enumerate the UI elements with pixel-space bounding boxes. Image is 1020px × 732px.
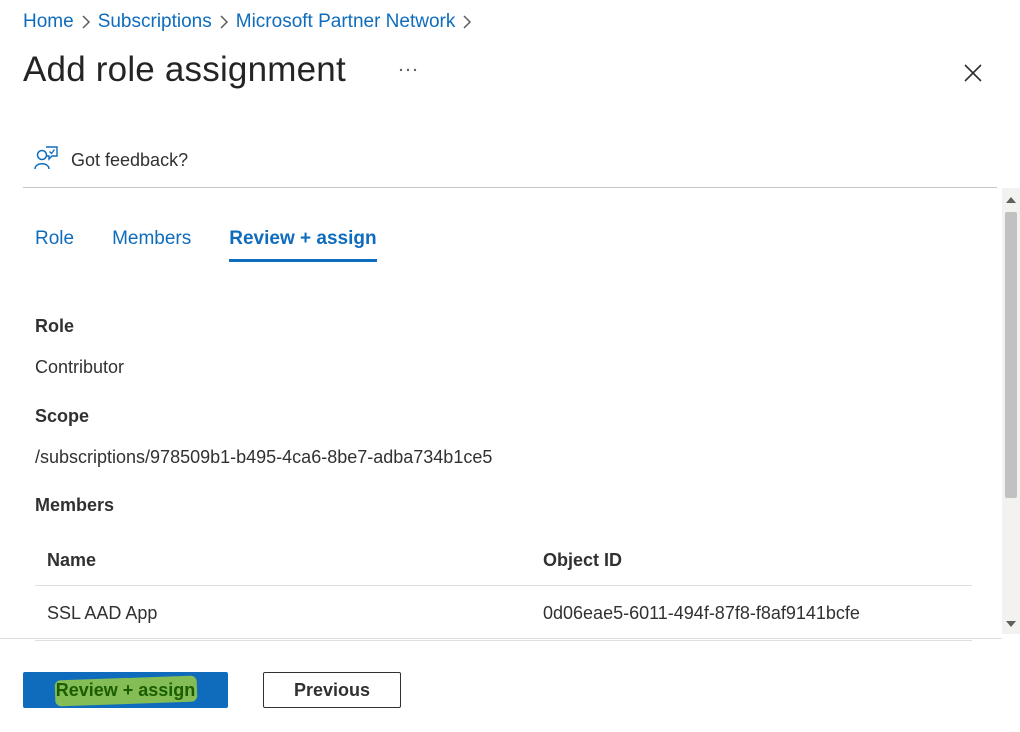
role-value: Contributor: [35, 357, 125, 377]
breadcrumb: Home Subscriptions Microsoft Partner Net…: [23, 8, 479, 36]
scroll-up-arrow-icon[interactable]: [1002, 192, 1020, 208]
footer-divider: [0, 638, 1002, 639]
members-heading: Members: [35, 495, 115, 515]
vertical-scrollbar[interactable]: [1002, 188, 1020, 634]
previous-button[interactable]: Previous: [263, 672, 401, 708]
column-header-name: Name: [47, 549, 97, 570]
feedback-link[interactable]: Got feedback?: [33, 145, 189, 176]
tab-list: Role Members Review + assign: [35, 228, 415, 262]
review-assign-button[interactable]: Review + assign: [23, 672, 228, 708]
scroll-thumb[interactable]: [1005, 212, 1017, 498]
tab-members[interactable]: Members: [112, 228, 191, 260]
scroll-down-arrow-icon[interactable]: [1002, 616, 1020, 632]
role-heading: Role: [35, 316, 75, 336]
breadcrumb-microsoft-partner-network[interactable]: Microsoft Partner Network: [236, 11, 456, 33]
divider: [23, 187, 997, 188]
feedback-label: Got feedback?: [71, 149, 189, 170]
ellipsis-icon[interactable]: [396, 60, 420, 80]
scope-value: /subscriptions/978509b1-b495-4ca6-8be7-a…: [35, 447, 493, 467]
breadcrumb-home[interactable]: Home: [23, 11, 74, 33]
tab-role[interactable]: Role: [35, 228, 74, 260]
scope-heading: Scope: [35, 406, 90, 426]
breadcrumb-subscriptions[interactable]: Subscriptions: [98, 11, 212, 33]
page-title: Add role assignment: [23, 50, 346, 89]
review-assign-button-label: Review + assign: [55, 679, 196, 700]
chevron-right-icon: [455, 11, 479, 33]
table-header: Name Object ID: [35, 535, 972, 586]
members-table: Name Object ID SSL AAD App 0d06eae5-6011…: [35, 535, 972, 641]
table-row: SSL AAD App 0d06eae5-6011-494f-87f8-f8af…: [35, 586, 972, 641]
add-role-assignment-page: Home Subscriptions Microsoft Partner Net…: [0, 0, 1020, 732]
chevron-right-icon: [212, 11, 236, 33]
chevron-right-icon: [74, 11, 98, 33]
column-header-object-id: Object ID: [543, 549, 623, 570]
member-name: SSL AAD App: [47, 602, 158, 623]
member-object-id: 0d06eae5-6011-494f-87f8-f8af9141bcfe: [543, 602, 860, 623]
close-icon[interactable]: [960, 60, 986, 86]
tab-review-assign[interactable]: Review + assign: [229, 228, 377, 262]
feedback-person-icon: [33, 145, 59, 176]
